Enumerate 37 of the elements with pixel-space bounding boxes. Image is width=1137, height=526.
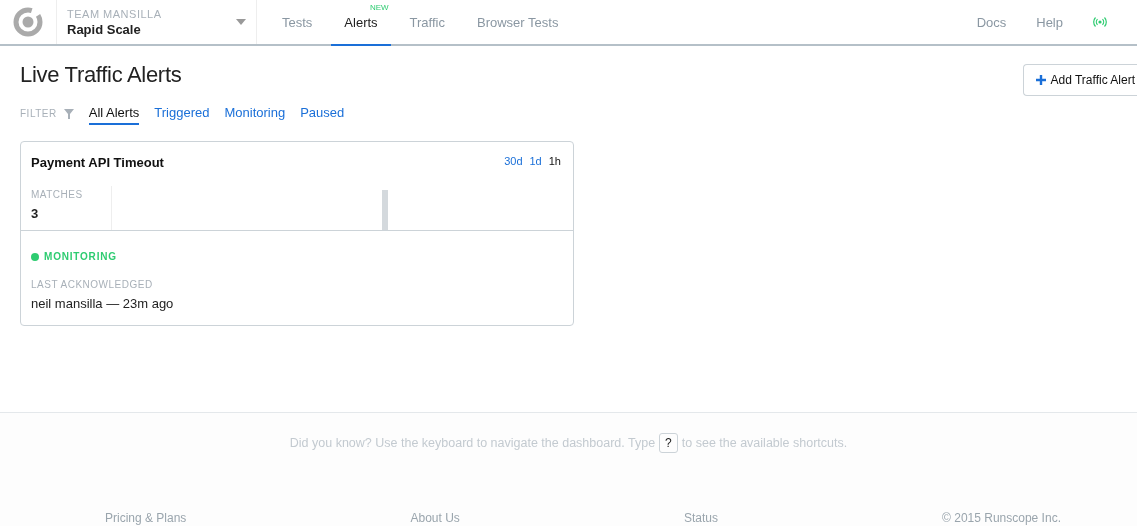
- filter-tab[interactable]: Paused: [300, 102, 345, 125]
- gear-logo-icon[interactable]: [11, 5, 45, 39]
- nav-tab[interactable]: Browser Tests: [464, 0, 572, 46]
- broadcast-icon[interactable]: [1093, 17, 1107, 27]
- filter-tab[interactable]: Triggered: [154, 102, 210, 125]
- tip-text: to see the available shortcuts.: [681, 436, 848, 450]
- footer-link[interactable]: Status: [683, 511, 718, 525]
- time-range-link[interactable]: 1h: [548, 155, 561, 170]
- page-title: Live Traffic Alerts: [20, 62, 182, 88]
- filter-tab[interactable]: All Alerts: [88, 102, 140, 125]
- last-acknowledged-label: LAST ACKNOWLEDGED: [31, 279, 154, 290]
- nav-tab[interactable]: Traffic: [396, 0, 458, 46]
- time-range-link[interactable]: 30d: [504, 155, 523, 170]
- filter-tab[interactable]: Monitoring: [224, 102, 286, 125]
- footer-link[interactable]: © 2015 Runscope Inc.: [942, 511, 1061, 525]
- footer-link[interactable]: About Us: [410, 511, 460, 525]
- team-name: TEAM MANSILLA: [67, 7, 162, 20]
- new-label: NEW: [369, 3, 389, 12]
- footer-link[interactable]: Pricing & Plans: [105, 511, 187, 525]
- add-traffic-alert-button[interactable]: Add Traffic Alert: [1022, 64, 1137, 96]
- matches-label: MATCHES: [31, 189, 84, 200]
- time-range-link[interactable]: 1d: [529, 155, 542, 170]
- nav-tab[interactable]: Tests: [269, 0, 326, 46]
- alert-title: Payment API Timeout: [31, 155, 164, 170]
- project-name: Rapid Scale: [67, 21, 142, 37]
- plus-icon: [1035, 75, 1046, 85]
- keyboard-key: ?: [659, 433, 678, 453]
- filter-label: FILTER: [20, 108, 57, 119]
- acknowledged-by: neil mansilla — 23m ago: [31, 296, 175, 311]
- status-text: MONITORING: [44, 251, 117, 262]
- header-link[interactable]: Help: [1036, 14, 1063, 30]
- funnel-icon: [63, 108, 74, 119]
- caret-icon: [236, 19, 246, 25]
- team-switcher[interactable]: TEAM MANSILLA Rapid Scale: [57, 0, 257, 44]
- matches-count: 3: [31, 206, 40, 221]
- header-link[interactable]: Docs: [976, 14, 1007, 30]
- tip-text: Did you know? Use the keyboard to navigate the dashboard. Type: [289, 436, 656, 450]
